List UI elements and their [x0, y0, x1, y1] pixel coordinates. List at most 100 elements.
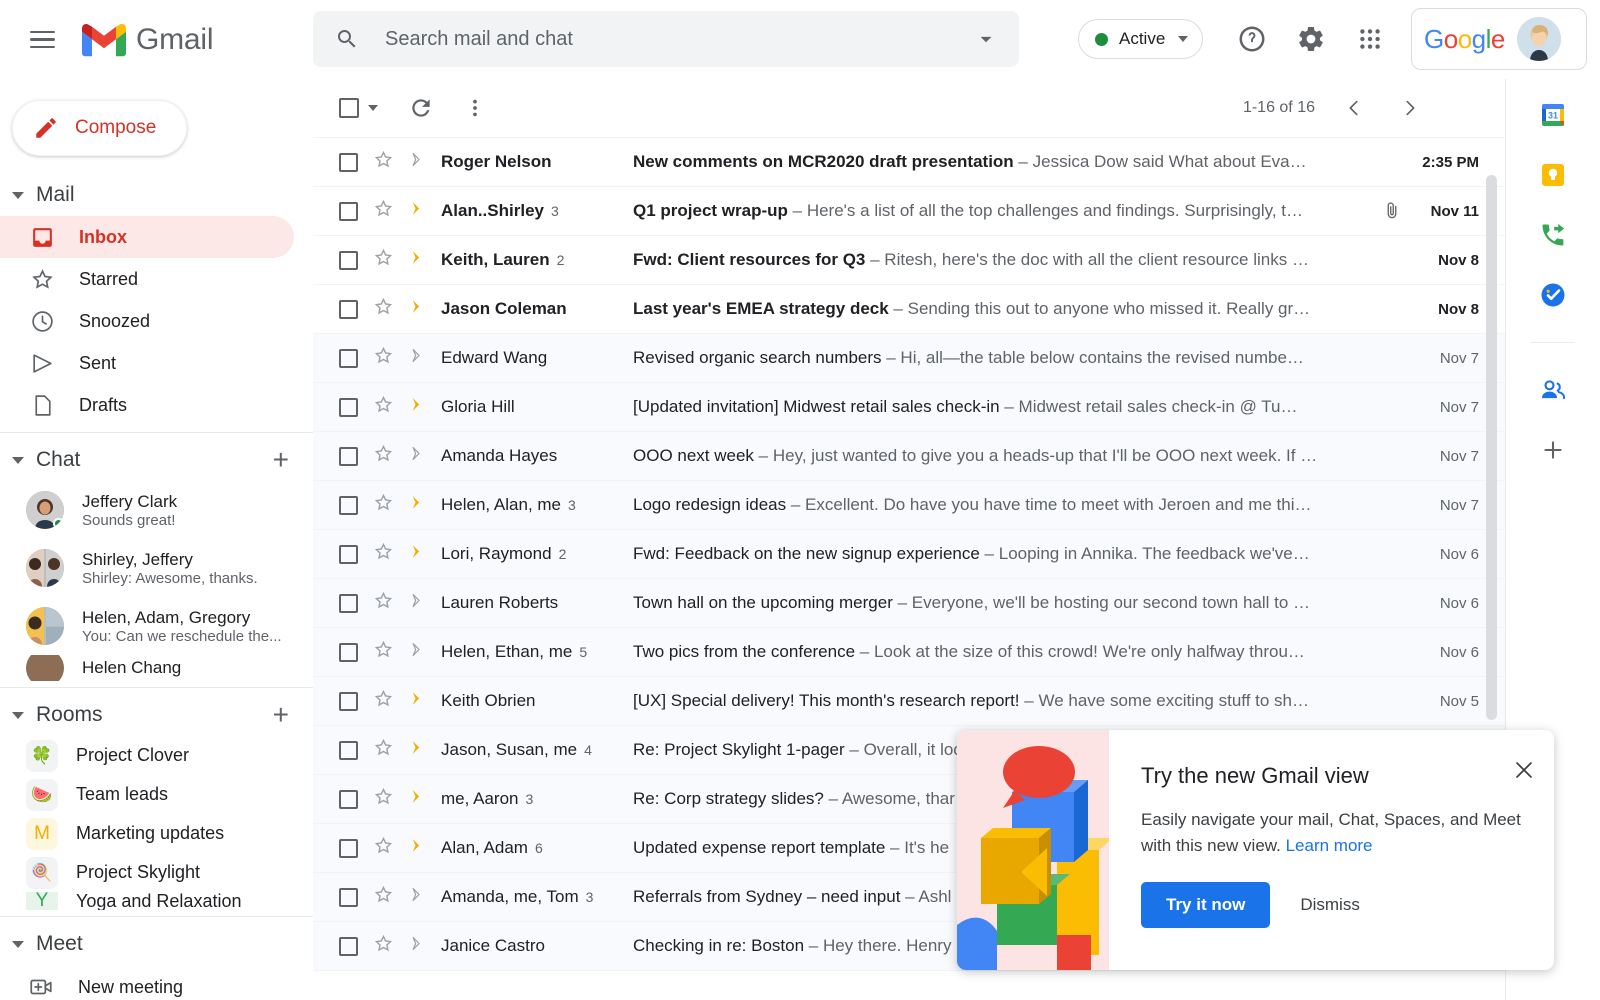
- apps-grid-icon[interactable]: [1351, 20, 1389, 58]
- learn-more-link[interactable]: Learn more: [1286, 836, 1373, 855]
- add-icon[interactable]: [1538, 435, 1568, 465]
- meet-item-new-meeting[interactable]: New meeting: [0, 965, 313, 1000]
- avatar[interactable]: [1517, 17, 1561, 61]
- table-row[interactable]: Edward WangRevised organic search number…: [313, 334, 1505, 383]
- importance-marker[interactable]: [408, 591, 427, 615]
- table-row[interactable]: Keith Obrien[UX] Special delivery! This …: [313, 677, 1505, 726]
- star-button[interactable]: [373, 933, 394, 959]
- row-checkbox[interactable]: [339, 202, 358, 221]
- table-row[interactable]: Lori, Raymond2Fwd: Feedback on the new s…: [313, 530, 1505, 579]
- section-header-chat[interactable]: Chat +: [0, 439, 313, 481]
- sidebar-item-sent[interactable]: Sent: [0, 342, 294, 384]
- row-checkbox[interactable]: [339, 447, 358, 466]
- star-button[interactable]: [373, 296, 394, 322]
- room-item-project-clover[interactable]: 🍀 Project Clover: [0, 736, 313, 775]
- next-page-button[interactable]: [1393, 91, 1427, 125]
- star-button[interactable]: [373, 786, 394, 812]
- keep-icon[interactable]: [1538, 160, 1568, 190]
- star-button[interactable]: [373, 639, 394, 665]
- row-checkbox[interactable]: [339, 790, 358, 809]
- star-button[interactable]: [373, 688, 394, 714]
- importance-marker[interactable]: [408, 297, 427, 321]
- star-button[interactable]: [373, 149, 394, 175]
- star-button[interactable]: [373, 835, 394, 861]
- star-button[interactable]: [373, 443, 394, 469]
- importance-marker[interactable]: [408, 395, 427, 419]
- calendar-icon[interactable]: 31: [1538, 100, 1568, 130]
- row-checkbox[interactable]: [339, 692, 358, 711]
- gear-icon[interactable]: [1292, 20, 1330, 58]
- table-row[interactable]: Alan..Shirley3Q1 project wrap-up – Here'…: [313, 187, 1505, 236]
- row-checkbox[interactable]: [339, 300, 358, 319]
- star-button[interactable]: [373, 737, 394, 763]
- importance-marker[interactable]: [408, 738, 427, 762]
- sidebar-item-starred[interactable]: Starred: [0, 258, 294, 300]
- table-row[interactable]: Lauren RobertsTown hall on the upcoming …: [313, 579, 1505, 628]
- room-item-marketing-updates[interactable]: M Marketing updates: [0, 814, 313, 853]
- star-button[interactable]: [373, 884, 394, 910]
- star-button[interactable]: [373, 345, 394, 371]
- chat-item[interactable]: Helen Chang: [0, 655, 313, 681]
- compose-button[interactable]: Compose: [12, 100, 187, 156]
- row-checkbox[interactable]: [339, 153, 358, 172]
- room-item-project-skylight[interactable]: 🍭 Project Skylight: [0, 853, 313, 892]
- section-header-mail[interactable]: Mail: [0, 174, 313, 216]
- room-item-yoga-and-relaxation[interactable]: Y Yoga and Relaxation: [0, 892, 313, 910]
- table-row[interactable]: Helen, Alan, me3Logo redesign ideas – Ex…: [313, 481, 1505, 530]
- account-chip[interactable]: Google: [1411, 8, 1587, 70]
- importance-marker[interactable]: [408, 493, 427, 517]
- star-button[interactable]: [373, 247, 394, 273]
- row-checkbox[interactable]: [339, 937, 358, 956]
- status-pill[interactable]: Active: [1078, 19, 1203, 59]
- importance-marker[interactable]: [408, 248, 427, 272]
- search-bar[interactable]: [313, 11, 1019, 67]
- table-row[interactable]: Keith, Lauren2Fwd: Client resources for …: [313, 236, 1505, 285]
- importance-marker[interactable]: [408, 836, 427, 860]
- plus-icon[interactable]: +: [273, 701, 289, 729]
- importance-marker[interactable]: [408, 640, 427, 664]
- table-row[interactable]: Roger NelsonNew comments on MCR2020 draf…: [313, 138, 1505, 187]
- plus-icon[interactable]: +: [273, 446, 289, 474]
- table-row[interactable]: Jason ColemanLast year's EMEA strategy d…: [313, 285, 1505, 334]
- star-button[interactable]: [373, 541, 394, 567]
- chevron-down-icon[interactable]: [368, 105, 378, 111]
- more-options-button[interactable]: [464, 97, 486, 119]
- sidebar-item-drafts[interactable]: Drafts: [0, 384, 294, 426]
- sidebar-item-inbox[interactable]: Inbox: [0, 216, 294, 258]
- list-scrollbar[interactable]: [1486, 175, 1497, 720]
- star-button[interactable]: [373, 198, 394, 224]
- row-checkbox[interactable]: [339, 888, 358, 907]
- row-checkbox[interactable]: [339, 349, 358, 368]
- select-all-checkbox[interactable]: [339, 98, 359, 118]
- importance-marker[interactable]: [408, 346, 427, 370]
- row-checkbox[interactable]: [339, 251, 358, 270]
- row-checkbox[interactable]: [339, 741, 358, 760]
- chat-item[interactable]: Jeffery Clark Sounds great!: [0, 481, 313, 539]
- tasks-icon[interactable]: [1538, 280, 1568, 310]
- hamburger-menu-icon[interactable]: [18, 16, 66, 64]
- row-checkbox[interactable]: [339, 545, 358, 564]
- prev-page-button[interactable]: [1337, 91, 1371, 125]
- chat-item[interactable]: Helen, Adam, Gregory You: Can we resched…: [0, 597, 313, 655]
- importance-marker[interactable]: [408, 150, 427, 174]
- sidebar-item-snoozed[interactable]: Snoozed: [0, 300, 294, 342]
- row-checkbox[interactable]: [339, 398, 358, 417]
- row-checkbox[interactable]: [339, 643, 358, 662]
- importance-marker[interactable]: [408, 444, 427, 468]
- importance-marker[interactable]: [408, 199, 427, 223]
- table-row[interactable]: Amanda HayesOOO next week – Hey, just wa…: [313, 432, 1505, 481]
- importance-marker[interactable]: [408, 934, 427, 958]
- try-it-now-button[interactable]: Try it now: [1141, 882, 1270, 928]
- voice-icon[interactable]: [1538, 220, 1568, 250]
- refresh-button[interactable]: [408, 95, 434, 121]
- close-icon[interactable]: [1512, 758, 1536, 787]
- star-button[interactable]: [373, 492, 394, 518]
- importance-marker[interactable]: [408, 885, 427, 909]
- search-options-icon[interactable]: [973, 26, 999, 52]
- contacts-icon[interactable]: [1538, 375, 1568, 405]
- table-row[interactable]: Gloria Hill[Updated invitation] Midwest …: [313, 383, 1505, 432]
- section-header-meet[interactable]: Meet: [0, 923, 313, 965]
- search-input[interactable]: [385, 28, 973, 51]
- table-row[interactable]: Helen, Ethan, me5Two pics from the confe…: [313, 628, 1505, 677]
- importance-marker[interactable]: [408, 542, 427, 566]
